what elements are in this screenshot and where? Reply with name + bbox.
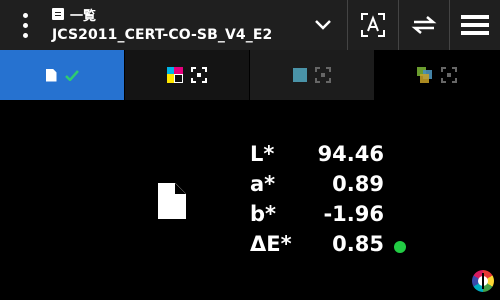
text-recognition-button[interactable]	[348, 0, 398, 50]
measurement-label: L*	[250, 142, 275, 166]
measurement-label: ΔE*	[250, 232, 292, 256]
overlapping-patches-icon	[417, 67, 433, 83]
tab-teal-patch[interactable]	[250, 50, 375, 100]
measurement-value: 94.46	[317, 142, 384, 166]
list-icon	[52, 8, 64, 20]
measurement-row-deltaE: ΔE* 0.85	[250, 232, 390, 262]
top-bar: 一覧 JCS2011_CERT-CO-SB_V4_E2	[0, 0, 500, 50]
tab-multi-patch[interactable]	[375, 50, 500, 100]
document-icon	[45, 68, 57, 82]
mode-tabs	[0, 50, 500, 100]
measurement-value: 0.89	[332, 172, 384, 196]
teal-patch-icon	[293, 68, 307, 82]
text-scan-icon	[361, 13, 385, 37]
status-ok-indicator	[394, 241, 406, 253]
job-title: JCS2011_CERT-CO-SB_V4_E2	[52, 27, 273, 43]
cmyk-patch-icon	[167, 67, 183, 83]
title-top-label: 一覧	[70, 8, 97, 24]
document-icon	[158, 183, 186, 219]
chevron-down-icon[interactable]	[300, 0, 346, 50]
measurement-label: a*	[250, 172, 276, 196]
swap-button[interactable]	[399, 0, 449, 50]
measurement-row-b: b* -1.96	[250, 202, 390, 232]
tab-document-check[interactable]	[0, 50, 125, 100]
measurement-label: b*	[250, 202, 277, 226]
target-icon	[191, 67, 207, 83]
swap-arrows-icon	[411, 16, 437, 34]
measurement-value: 0.85	[332, 232, 384, 256]
measurement-row-L: L* 94.46	[250, 142, 390, 172]
color-wheel-icon[interactable]	[472, 270, 494, 292]
job-title-selector[interactable]: 一覧 JCS2011_CERT-CO-SB_V4_E2	[52, 5, 302, 47]
tab-color-patch[interactable]	[125, 50, 250, 100]
measurement-value: -1.96	[323, 202, 384, 226]
hamburger-menu-icon[interactable]	[450, 0, 500, 50]
more-menu-icon[interactable]	[0, 0, 50, 50]
measurement-row-a: a* 0.89	[250, 172, 390, 202]
target-icon	[441, 67, 457, 83]
check-icon	[64, 69, 79, 81]
target-icon	[315, 67, 331, 83]
